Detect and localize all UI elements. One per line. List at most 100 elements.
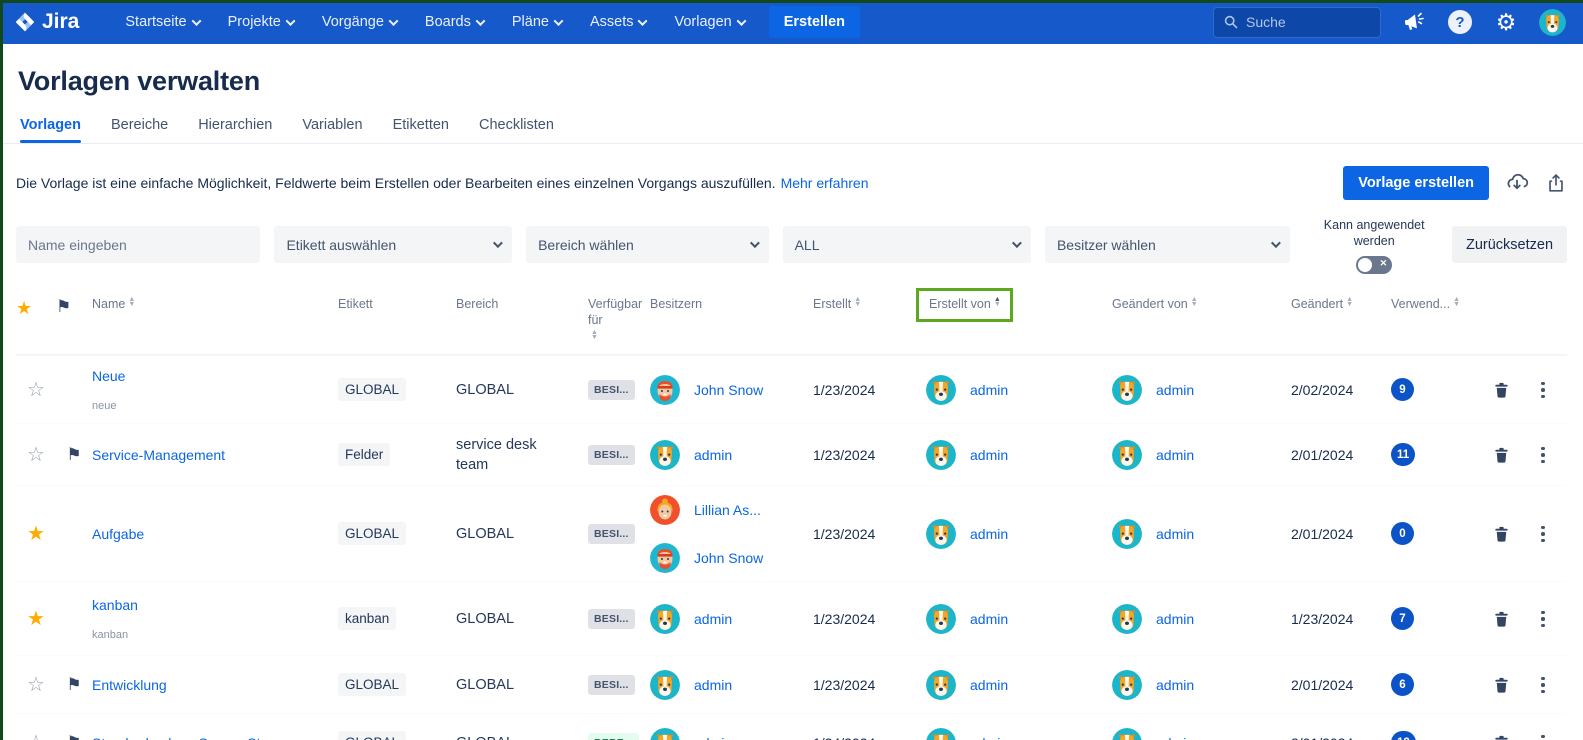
- area-filter-select[interactable]: Bereich wählen: [526, 226, 769, 263]
- row-menu-kebab-icon[interactable]: [1523, 522, 1563, 547]
- sort-icon[interactable]: [1453, 297, 1460, 307]
- nav-item-projekte[interactable]: Projekte: [216, 7, 306, 37]
- learn-more-link[interactable]: Mehr erfahren: [781, 175, 869, 191]
- owner-link[interactable]: admin: [694, 735, 732, 740]
- announcements-icon[interactable]: [1401, 9, 1427, 35]
- modified-by: admin: [1112, 440, 1291, 470]
- tab-checklisten[interactable]: Checklisten: [479, 117, 554, 143]
- owner-link[interactable]: admin: [694, 447, 732, 463]
- search-input[interactable]: [1246, 14, 1356, 30]
- delete-trash-icon[interactable]: [1479, 675, 1523, 695]
- sort-icon[interactable]: [591, 330, 598, 340]
- nav-label: Vorgänge: [322, 14, 384, 30]
- row-menu-kebab-icon[interactable]: [1523, 731, 1563, 740]
- jira-logo[interactable]: Jira: [14, 10, 79, 34]
- star-header-icon[interactable]: [16, 296, 32, 320]
- template-name-link[interactable]: kanban: [92, 597, 138, 613]
- created-by-link[interactable]: admin: [970, 611, 1008, 627]
- modified-date: 1/23/2024: [1291, 611, 1391, 627]
- favorite-star-icon[interactable]: [16, 606, 56, 631]
- tab-bereiche[interactable]: Bereiche: [111, 117, 168, 143]
- delete-trash-icon[interactable]: [1479, 609, 1523, 629]
- owner-link[interactable]: John Snow: [694, 382, 763, 398]
- sort-icon[interactable]: [128, 297, 135, 307]
- export-share-icon[interactable]: [1545, 171, 1567, 195]
- flag-icon[interactable]: [66, 677, 81, 693]
- favorite-star-icon[interactable]: [16, 521, 56, 546]
- label-filter-select[interactable]: Etikett auswählen: [274, 226, 512, 263]
- nav-item-vorlagen[interactable]: Vorlagen: [662, 7, 756, 37]
- favorite-star-icon[interactable]: [16, 672, 56, 697]
- sort-icon[interactable]: [1191, 297, 1198, 307]
- modified-by-link[interactable]: admin: [1156, 611, 1194, 627]
- row-menu-kebab-icon[interactable]: [1523, 673, 1563, 698]
- tab-hierarchien[interactable]: Hierarchien: [198, 117, 272, 143]
- flag-header-icon[interactable]: [56, 296, 71, 319]
- tab-etiketten[interactable]: Etiketten: [393, 117, 449, 143]
- owner-link[interactable]: admin: [694, 611, 732, 627]
- owner-link[interactable]: John Snow: [694, 550, 763, 566]
- sort-icon-active[interactable]: [994, 297, 1001, 313]
- delete-trash-icon[interactable]: [1479, 524, 1523, 544]
- modified-by-link[interactable]: admin: [1156, 526, 1194, 542]
- header-verwendung[interactable]: Verwend...: [1391, 296, 1479, 313]
- favorite-star-icon[interactable]: [16, 730, 56, 740]
- modified-by-link[interactable]: admin: [1156, 447, 1194, 463]
- created-by-link[interactable]: admin: [970, 735, 1008, 740]
- nav-item-vorgaenge[interactable]: Vorgänge: [310, 7, 409, 37]
- row-menu-kebab-icon[interactable]: [1523, 378, 1563, 403]
- create-template-button[interactable]: Vorlage erstellen: [1343, 166, 1489, 200]
- created-by-link[interactable]: admin: [970, 382, 1008, 398]
- nav-item-boards[interactable]: Boards: [413, 7, 496, 37]
- navbar-create-button[interactable]: Erstellen: [769, 6, 860, 38]
- settings-gear-icon[interactable]: [1493, 9, 1519, 35]
- flag-icon[interactable]: [66, 735, 81, 740]
- template-name-link[interactable]: Neue: [92, 368, 125, 384]
- nav-item-startseite[interactable]: Startseite: [113, 7, 211, 37]
- modified-by-link[interactable]: admin: [1156, 677, 1194, 693]
- can-apply-toggle[interactable]: [1356, 256, 1392, 274]
- header-geaendert-von[interactable]: Geändert von: [1112, 296, 1291, 313]
- nav-item-assets[interactable]: Assets: [578, 7, 659, 37]
- reset-filters-button[interactable]: Zurücksetzen: [1452, 226, 1567, 263]
- name-filter-input[interactable]: [28, 237, 248, 253]
- created-by-link[interactable]: admin: [970, 447, 1008, 463]
- navbar-search[interactable]: [1213, 7, 1381, 38]
- import-cloud-icon[interactable]: [1505, 171, 1529, 195]
- tab-variablen[interactable]: Variablen: [302, 117, 362, 143]
- sort-icon[interactable]: [1346, 297, 1353, 307]
- user-avatar[interactable]: [1539, 9, 1565, 35]
- delete-trash-icon[interactable]: [1479, 445, 1523, 465]
- owner-filter-select[interactable]: Besitzer wählen: [1045, 226, 1290, 263]
- template-name-link[interactable]: Service-Management: [92, 447, 225, 463]
- name-filter[interactable]: [16, 226, 260, 263]
- favorite-star-icon[interactable]: [16, 442, 56, 467]
- area-value: GLOBAL: [456, 524, 588, 544]
- tab-vorlagen[interactable]: Vorlagen: [20, 117, 81, 143]
- favorite-star-icon[interactable]: [16, 377, 56, 402]
- header-name[interactable]: Name: [92, 296, 338, 313]
- template-name-link[interactable]: Aufgabe: [92, 526, 144, 542]
- delete-trash-icon[interactable]: [1479, 733, 1523, 740]
- flag-icon[interactable]: [66, 447, 81, 463]
- delete-trash-icon[interactable]: [1479, 380, 1523, 400]
- owner-link[interactable]: admin: [694, 677, 732, 693]
- modified-by-link[interactable]: admin: [1156, 382, 1194, 398]
- template-name-link[interactable]: Entwicklung: [92, 677, 167, 693]
- type-filter-select[interactable]: ALL: [783, 226, 1031, 263]
- header-verfuegbar-fuer[interactable]: Verfügbar für: [588, 296, 658, 341]
- header-erstellt[interactable]: Erstellt: [813, 296, 926, 313]
- created-by-link[interactable]: admin: [970, 526, 1008, 542]
- owner-link[interactable]: Lillian As...: [694, 502, 761, 518]
- sort-icon[interactable]: [854, 297, 861, 307]
- template-name-link[interactable]: Standardvorlage Scrum+Story: [92, 735, 280, 740]
- created-by-link[interactable]: admin: [970, 677, 1008, 693]
- header-geaendert[interactable]: Geändert: [1291, 296, 1391, 313]
- nav-item-plaene[interactable]: Pläne: [500, 7, 574, 37]
- row-menu-kebab-icon[interactable]: [1523, 607, 1563, 632]
- modified-by-link[interactable]: admin: [1156, 735, 1194, 740]
- header-erstellt-von[interactable]: Erstellt von: [926, 296, 1112, 323]
- available-for-badge: BESI...: [588, 675, 635, 695]
- help-icon[interactable]: [1447, 9, 1473, 35]
- row-menu-kebab-icon[interactable]: [1523, 443, 1563, 468]
